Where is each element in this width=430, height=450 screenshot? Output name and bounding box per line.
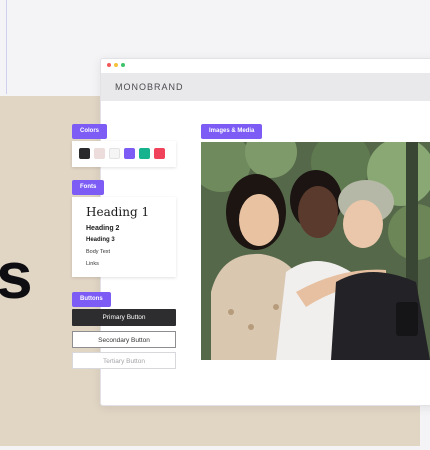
links-sample[interactable]: Links	[86, 261, 99, 267]
hero-text-fragment: s	[0, 238, 33, 312]
heading-2-sample: Heading 2	[86, 225, 120, 232]
tertiary-button[interactable]: Tertiary Button	[72, 352, 176, 369]
media-photo	[201, 142, 430, 360]
swatch-white[interactable]	[109, 148, 120, 159]
images-media-tag: Images & Media	[201, 124, 263, 139]
primary-button[interactable]: Primary Button	[72, 309, 176, 326]
brand-logo: MONOBRAND	[115, 82, 184, 92]
font-card: Heading 1 Heading 2 Heading 3 Body Text …	[72, 197, 176, 277]
color-swatch-card	[72, 141, 176, 167]
close-dot[interactable]	[107, 63, 111, 67]
body-text-sample: Body Text	[86, 249, 111, 255]
minimize-dot[interactable]	[114, 63, 118, 67]
heading-3-sample: Heading 3	[86, 237, 115, 243]
secondary-button[interactable]: Secondary Button	[72, 331, 176, 348]
swatch-purple[interactable]	[124, 148, 135, 159]
colors-tag: Colors	[72, 124, 108, 139]
brand-header: MONOBRAND	[101, 73, 430, 101]
grid-line	[6, 0, 7, 94]
window-controls	[107, 63, 125, 67]
swatch-dark[interactable]	[79, 148, 90, 159]
swatch-blush[interactable]	[94, 148, 105, 159]
group-photo-illustration	[201, 142, 430, 360]
swatch-teal[interactable]	[139, 148, 150, 159]
heading-1-sample: Heading 1	[86, 205, 150, 219]
buttons-tag: Buttons	[72, 292, 111, 307]
maximize-dot[interactable]	[121, 63, 125, 67]
swatch-red[interactable]	[154, 148, 165, 159]
fonts-tag: Fonts	[72, 180, 105, 195]
